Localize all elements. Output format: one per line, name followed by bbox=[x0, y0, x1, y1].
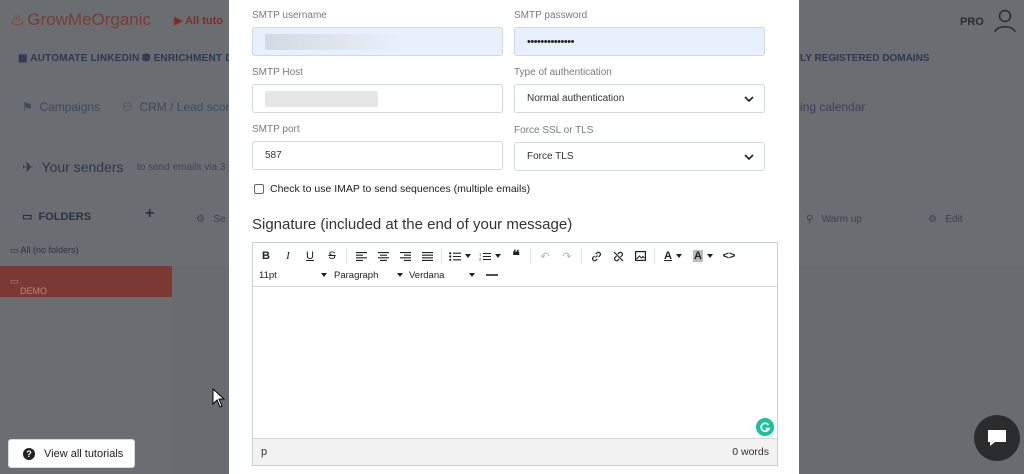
smtp-host-redacted bbox=[265, 90, 378, 107]
chat-launcher-button[interactable] bbox=[974, 415, 1020, 461]
user-avatar-icon[interactable] bbox=[994, 9, 1016, 33]
link-icon[interactable] bbox=[585, 247, 607, 265]
word-count: 0 words bbox=[732, 446, 769, 458]
signature-editor: B I U S 1 2 ❝ ↶ ↷ A A <> 11pt Paragraph … bbox=[252, 242, 778, 466]
edit-column[interactable]: ⚙ Edit bbox=[928, 214, 963, 225]
svg-text:2: 2 bbox=[479, 256, 482, 261]
blockquote-icon[interactable]: ❝ bbox=[505, 247, 527, 265]
undo-icon[interactable]: ↶ bbox=[534, 247, 556, 265]
folders-header: ▭ FOLDERS bbox=[22, 211, 92, 223]
warm-up-column[interactable]: ⚲ Warm up bbox=[806, 214, 862, 225]
senders-subtitle: to send emails via 3 bbox=[137, 162, 226, 173]
ssl-tls-select[interactable]: Force TLS bbox=[514, 142, 765, 171]
smtp-port-field[interactable]: 587 bbox=[252, 141, 503, 170]
align-justify-icon[interactable] bbox=[416, 247, 438, 265]
smtp-password-label: SMTP password bbox=[514, 10, 588, 21]
auth-type-select[interactable]: Normal authentication bbox=[514, 84, 765, 113]
chat-icon bbox=[988, 430, 1006, 446]
view-all-tutorials-label: View all tutorials bbox=[44, 447, 124, 460]
align-left-icon[interactable] bbox=[350, 247, 372, 265]
smtp-port-value: 587 bbox=[265, 150, 282, 161]
align-right-icon[interactable] bbox=[394, 247, 416, 265]
editor-toolbar: B I U S 1 2 ❝ ↶ ↷ A A <> 11pt Paragraph … bbox=[253, 243, 777, 287]
block-format-value: Paragraph bbox=[334, 269, 379, 281]
toolbar-row-2: 11pt Paragraph Verdana bbox=[259, 265, 503, 285]
toolbar-separator bbox=[530, 249, 531, 263]
all-tutorials-link[interactable]: ▶ All tuto bbox=[174, 14, 223, 27]
smtp-port-label: SMTP port bbox=[252, 124, 300, 135]
smtp-username-label: SMTP username bbox=[252, 10, 327, 21]
toolbar-separator bbox=[581, 249, 582, 263]
signature-content-area[interactable] bbox=[253, 287, 777, 438]
auth-type-value: Normal authentication bbox=[527, 93, 625, 104]
imap-checkbox[interactable] bbox=[254, 184, 264, 194]
nav-automate-linkedin[interactable]: ▦ AUTOMATE LINKEDIN bbox=[18, 53, 139, 64]
smtp-username-field[interactable] bbox=[252, 27, 503, 56]
toolbar-separator bbox=[441, 249, 442, 263]
smtp-password-field[interactable]: •••••••••••••• bbox=[514, 27, 765, 56]
chevron-down-icon bbox=[744, 95, 754, 102]
smtp-host-field[interactable] bbox=[252, 84, 503, 113]
logo-icon: ♨ bbox=[10, 10, 26, 29]
font-family-value: Verdana bbox=[409, 269, 445, 281]
editor-status-bar: p 0 words bbox=[253, 438, 777, 465]
image-icon[interactable] bbox=[629, 247, 651, 265]
font-size-value: 11pt bbox=[259, 269, 277, 281]
logo-text: GrowMeOrganic bbox=[27, 10, 152, 29]
logo[interactable]: ♨ GrowMeOrganic bbox=[10, 10, 151, 30]
smtp-host-label: SMTP Host bbox=[252, 67, 303, 78]
mouse-cursor-icon bbox=[212, 388, 226, 408]
grammarly-icon[interactable] bbox=[756, 418, 774, 436]
toolbar-separator bbox=[654, 249, 655, 263]
bullet-list-icon[interactable] bbox=[445, 247, 475, 265]
numbered-list-icon[interactable]: 12 bbox=[475, 247, 505, 265]
unlink-icon[interactable] bbox=[607, 247, 629, 265]
plan-badge: PRO bbox=[960, 16, 984, 28]
add-folder-button[interactable]: + bbox=[145, 205, 154, 223]
text-color-icon[interactable]: A bbox=[658, 247, 688, 265]
nav-enrichment[interactable]: ⛃ ENRICHMENT DA bbox=[142, 53, 240, 64]
smtp-settings-modal: SMTP username SMTP password ••••••••••••… bbox=[229, 0, 799, 474]
ssl-tls-value: Force TLS bbox=[527, 151, 574, 162]
redo-icon[interactable]: ↷ bbox=[556, 247, 578, 265]
ssl-tls-label: Force SSL or TLS bbox=[514, 125, 594, 136]
send-column: ⚙ Se bbox=[196, 214, 226, 225]
toolbar-row-1: B I U S 1 2 ❝ ↶ ↷ A A <> bbox=[255, 246, 740, 266]
chevron-down-icon bbox=[744, 153, 754, 160]
auth-type-label: Type of authentication bbox=[514, 67, 612, 78]
smtp-password-value: •••••••••••••• bbox=[527, 35, 574, 48]
bold-button[interactable]: B bbox=[255, 247, 277, 265]
smtp-username-redacted bbox=[265, 33, 405, 50]
font-size-dropdown[interactable]: 11pt bbox=[259, 270, 333, 281]
font-family-dropdown[interactable]: Verdana bbox=[409, 270, 481, 281]
subnav-crm[interactable]: ⚇ CRM / Lead scor bbox=[122, 100, 229, 114]
block-format-dropdown[interactable]: Paragraph bbox=[334, 270, 409, 281]
italic-button[interactable]: I bbox=[277, 247, 299, 265]
strikethrough-button[interactable]: S bbox=[321, 247, 343, 265]
imap-checkbox-row[interactable]: Check to use IMAP to send sequences (mul… bbox=[254, 183, 530, 195]
source-code-icon[interactable]: <> bbox=[718, 247, 740, 265]
folder-all[interactable]: ▭ All (no folders) bbox=[10, 245, 79, 256]
underline-button[interactable]: U bbox=[299, 247, 321, 265]
subnav-calendar[interactable]: ing calendar bbox=[800, 100, 865, 114]
folder-demo[interactable]: ▭ DEMO bbox=[0, 266, 172, 297]
element-path[interactable]: p bbox=[261, 446, 267, 458]
help-icon: ? bbox=[23, 447, 35, 460]
nav-registered-domains[interactable]: LY REGISTERED DOMAINS bbox=[800, 53, 929, 64]
horizontal-rule-button[interactable] bbox=[481, 266, 503, 284]
align-center-icon[interactable] bbox=[372, 247, 394, 265]
background-color-icon[interactable]: A bbox=[688, 247, 718, 265]
senders-title: ✈ Your senders bbox=[22, 159, 124, 175]
signature-title: Signature (included at the end of your m… bbox=[252, 216, 573, 233]
imap-checkbox-label: Check to use IMAP to send sequences (mul… bbox=[270, 183, 531, 195]
subnav-campaigns[interactable]: ⚑ Campaigns bbox=[22, 100, 100, 114]
view-all-tutorials-button[interactable]: ? View all tutorials bbox=[8, 439, 135, 468]
toolbar-separator bbox=[346, 249, 347, 263]
